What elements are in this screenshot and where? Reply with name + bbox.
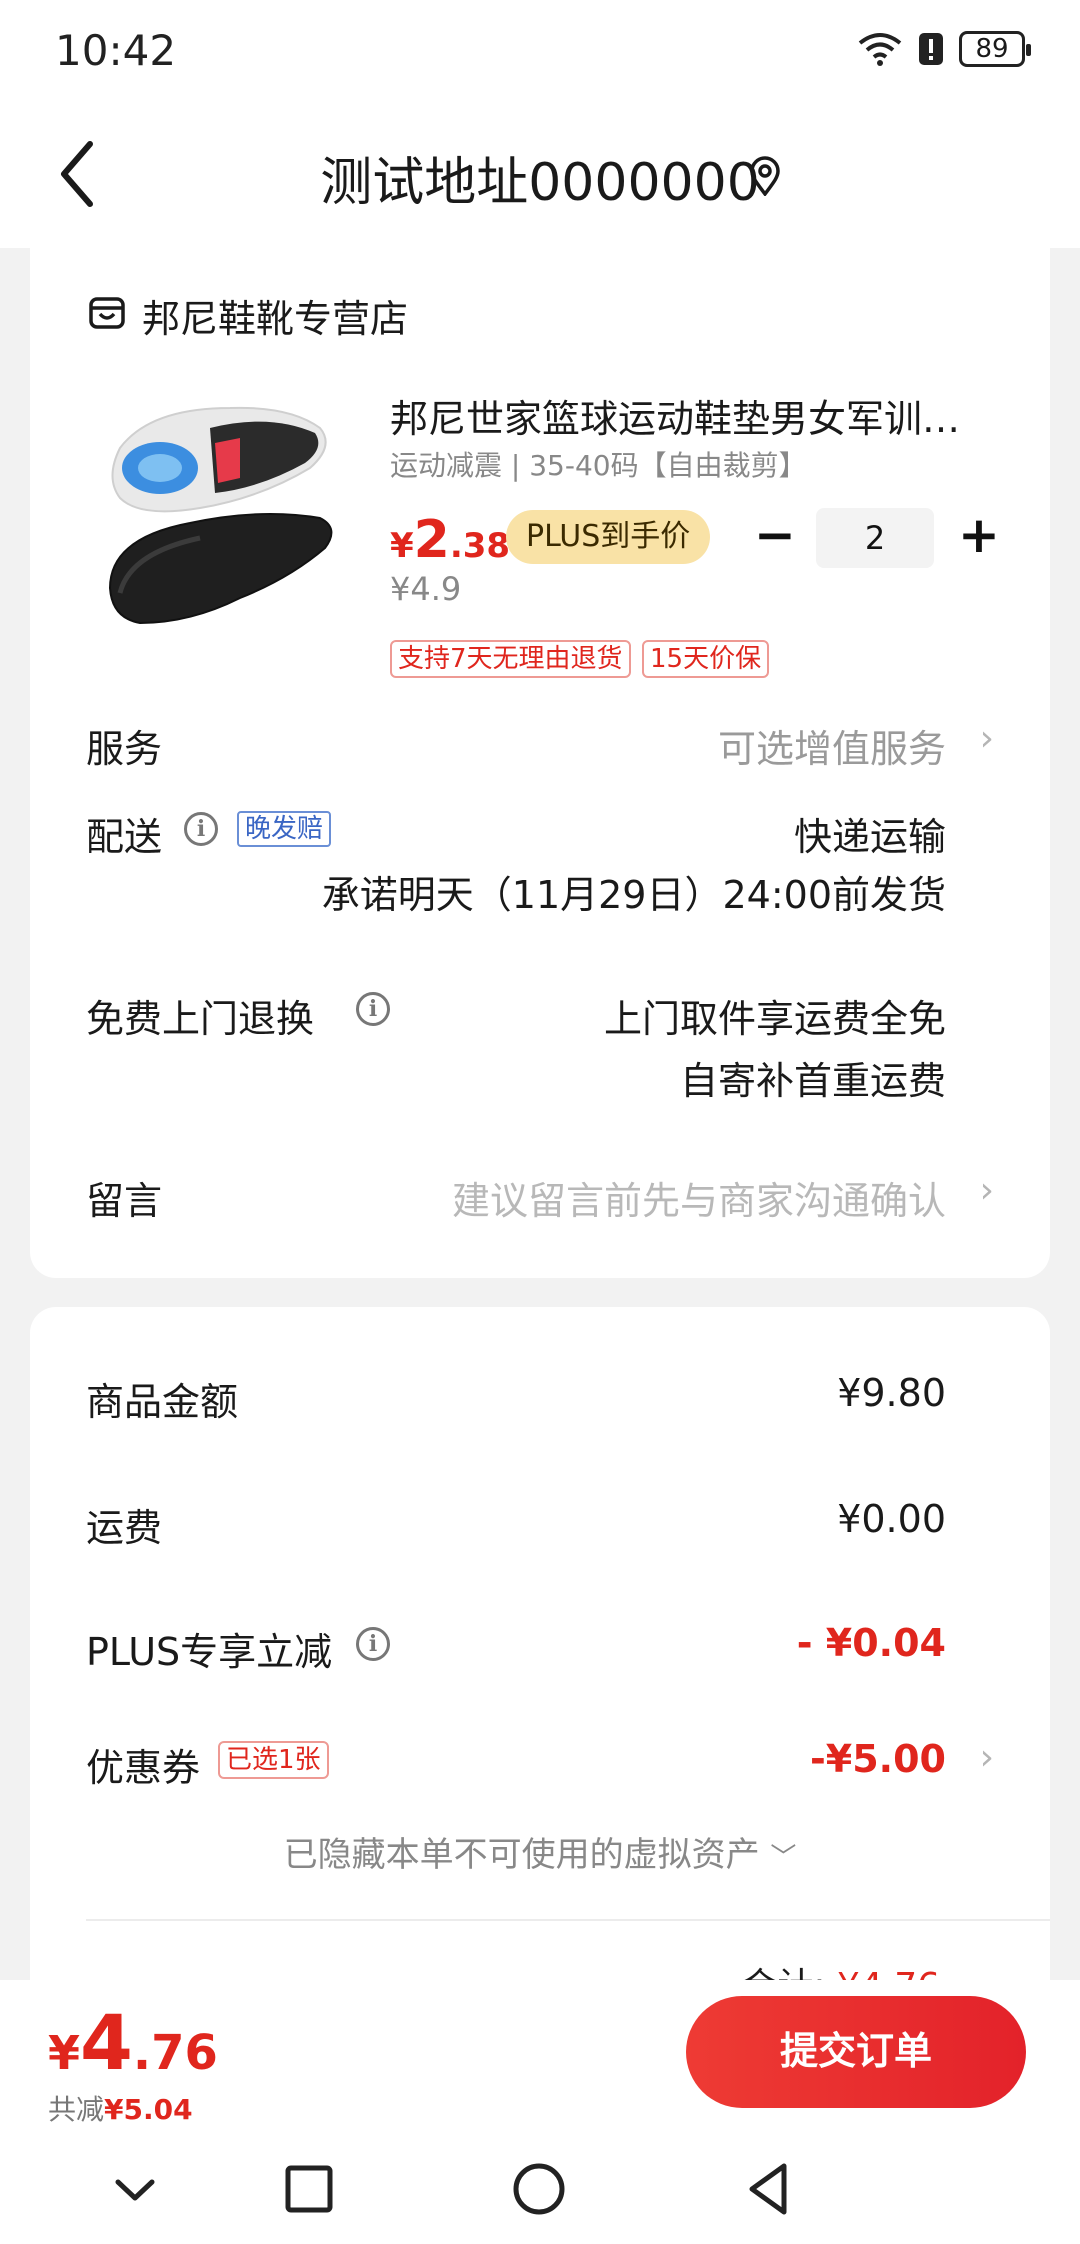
free-return-label: 免费上门退换 bbox=[86, 997, 315, 1041]
delivery-label: 配送 bbox=[86, 815, 163, 859]
product-spec[interactable]: 运动减震 | 35-40码【自由裁剪】 bbox=[390, 444, 807, 484]
plus-price-badge: PLUS到手价 bbox=[506, 510, 711, 564]
wifi-icon bbox=[858, 33, 902, 66]
original-price: ¥4.9 bbox=[390, 570, 462, 608]
plus-discount-value: - ¥0.04 bbox=[796, 1621, 946, 1665]
free-return-line1: 上门取件享运费全免 bbox=[603, 997, 946, 1041]
checkout-bar: ¥4.76 共减¥5.04 提交订单 bbox=[0, 1980, 1080, 2130]
store-icon bbox=[89, 297, 125, 329]
delivery-promise: 承诺明天（11月29日）24:00前发货 bbox=[321, 873, 946, 917]
back-icon[interactable] bbox=[734, 2154, 804, 2224]
product-price: ¥2.38 bbox=[390, 510, 510, 570]
hidden-assets-text: 已隐藏本单不可使用的虚拟资产 bbox=[283, 1835, 760, 1875]
quantity-decrease-button[interactable]: − bbox=[750, 510, 800, 566]
price-decimal: .38 bbox=[449, 526, 511, 566]
service-value[interactable]: 可选增值服务 bbox=[718, 718, 946, 773]
store-card: 邦尼鞋靴专营店 邦尼世家篮球运动鞋垫男女军训… 运动减震 | 35-40码【自由… bbox=[30, 248, 1050, 1278]
status-bar: 10:42 89 bbox=[0, 0, 1080, 100]
store-name[interactable]: 邦尼鞋靴专营店 bbox=[142, 288, 408, 343]
address-title[interactable]: 测试地址0000000 bbox=[0, 140, 1080, 215]
recent-apps-icon[interactable] bbox=[274, 2154, 344, 2224]
home-icon[interactable] bbox=[504, 2154, 574, 2224]
price-summary-card: 商品金额 ¥9.80 运费 ¥0.00 PLUS专享立减 i - ¥0.04 优… bbox=[30, 1307, 1050, 2007]
total-saving: 共减¥5.04 bbox=[48, 2088, 193, 2128]
status-icons: 89 bbox=[857, 26, 1031, 72]
message-chevron-icon[interactable]: › bbox=[980, 1170, 994, 1211]
goods-amount-value: ¥9.80 bbox=[837, 1371, 946, 1415]
late-compensation-badge: 晚发赔 bbox=[237, 811, 332, 847]
goods-amount-label: 商品金额 bbox=[86, 1380, 239, 1424]
service-label: 服务 bbox=[86, 727, 163, 771]
saving-value: ¥5.04 bbox=[104, 2093, 193, 2126]
location-pin-icon[interactable] bbox=[748, 156, 782, 196]
product-image[interactable] bbox=[90, 388, 340, 638]
shipping-value: ¥0.00 bbox=[837, 1497, 946, 1541]
shipping-label: 运费 bbox=[86, 1506, 163, 1550]
coupon-label: 优惠券 bbox=[86, 1746, 201, 1790]
delivery-info-icon[interactable]: i bbox=[184, 812, 218, 846]
coupon-value[interactable]: -¥5.00 bbox=[810, 1737, 946, 1781]
total-price: ¥4.76 bbox=[48, 1998, 218, 2087]
plus-discount-label: PLUS专享立减 bbox=[86, 1630, 333, 1674]
price-protection-tag: 15天价保 bbox=[642, 640, 770, 678]
message-input[interactable]: 建议留言前先与商家沟通确认 bbox=[452, 1170, 946, 1225]
price-integer: 2 bbox=[413, 510, 450, 570]
divider bbox=[86, 1919, 1050, 1921]
total-currency: ¥ bbox=[48, 2026, 81, 2080]
quantity-increase-button[interactable]: + bbox=[954, 510, 1004, 566]
quantity-input[interactable]: 2 bbox=[816, 508, 934, 568]
coupon-chevron-icon[interactable]: › bbox=[980, 1737, 994, 1778]
plus-discount-info-icon[interactable]: i bbox=[356, 1627, 390, 1661]
battery-icon: 89 bbox=[959, 31, 1031, 67]
hidden-assets-toggle[interactable]: 已隐藏本单不可使用的虚拟资产 ﹀ bbox=[30, 1827, 1050, 1876]
alert-icon bbox=[919, 33, 943, 65]
submit-order-button[interactable]: 提交订单 bbox=[686, 1996, 1026, 2108]
product-title[interactable]: 邦尼世家篮球运动鞋垫男女军训… bbox=[390, 388, 1010, 443]
delivery-method: 快递运输 bbox=[793, 815, 946, 859]
navigation-bar bbox=[0, 2130, 1080, 2244]
free-return-line2: 自寄补首重运费 bbox=[679, 1059, 946, 1103]
chevron-down-icon[interactable] bbox=[100, 2154, 170, 2224]
free-return-info-icon[interactable]: i bbox=[356, 992, 390, 1026]
page-header: 测试地址0000000 bbox=[0, 100, 1080, 248]
service-chevron-icon[interactable]: › bbox=[980, 718, 994, 759]
saving-label: 共减 bbox=[48, 2093, 105, 2126]
message-label: 留言 bbox=[86, 1179, 163, 1223]
chevron-down-icon: ﹀ bbox=[770, 1843, 797, 1873]
total-integer: 4 bbox=[80, 1998, 133, 2087]
total-decimal: .76 bbox=[132, 2025, 218, 2081]
coupon-selected-badge: 已选1张 bbox=[218, 1741, 329, 1779]
status-time: 10:42 bbox=[55, 26, 177, 75]
price-currency: ¥ bbox=[390, 526, 414, 566]
return-policy-tag: 支持7天无理由退货 bbox=[390, 640, 631, 678]
